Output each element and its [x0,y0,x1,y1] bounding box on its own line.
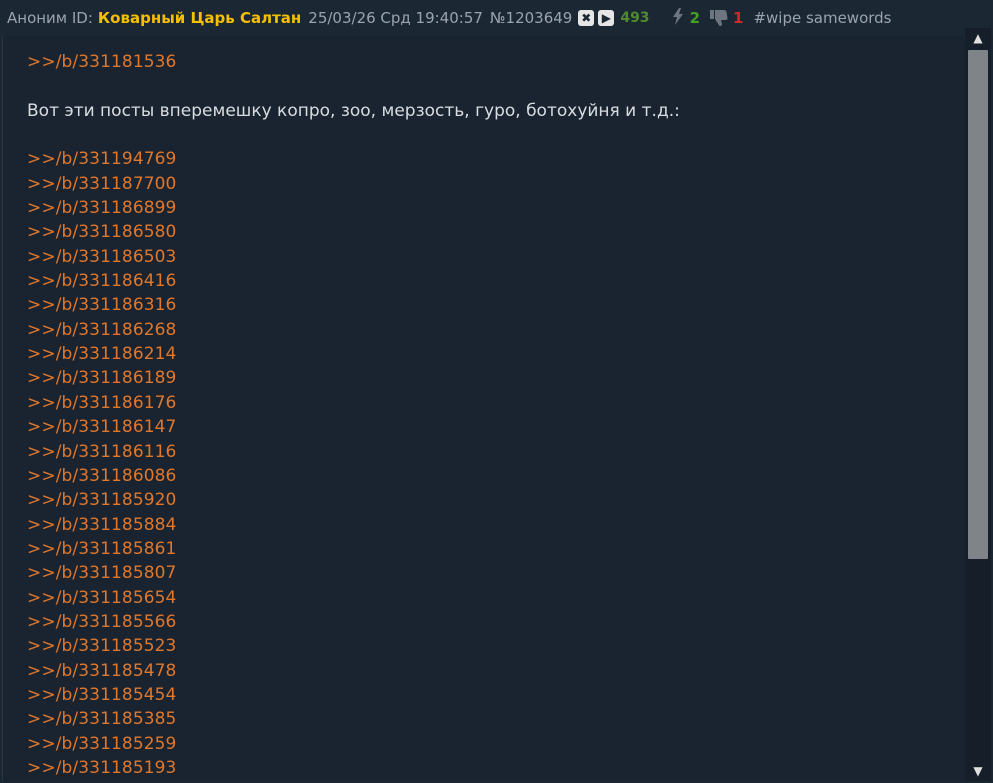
reply-link[interactable]: >>/b/331185861 [27,537,680,561]
reply-link[interactable]: >>/b/331185193 [27,756,680,780]
post-tags[interactable]: #wipe samewords [753,9,891,27]
reply-link[interactable]: >>/b/331185454 [27,683,680,707]
reply-link[interactable]: >>/b/331185884 [27,513,680,537]
reply-link[interactable]: >>/b/331187700 [27,172,680,196]
play-icon[interactable]: ▶ [598,10,615,26]
scroll-up-icon[interactable]: ▲ [965,28,991,48]
reply-link[interactable]: >>/b/331185654 [27,586,680,610]
reply-link[interactable]: >>/b/331181536 [27,50,680,74]
reply-link[interactable]: >>/b/331185523 [27,634,680,658]
poster-name[interactable]: Коварный Царь Салтан [98,9,301,27]
reply-link[interactable]: >>/b/331185478 [27,659,680,683]
reply-link[interactable]: >>/b/331194769 [27,147,680,171]
post-window: Аноним ID: Коварный Царь Салтан 25/03/26… [0,0,993,783]
reply-link[interactable]: >>/b/331185807 [27,561,680,585]
reply-link[interactable]: >>/b/331186147 [27,415,680,439]
reply-link[interactable]: >>/b/331186214 [27,342,680,366]
bolt-icon[interactable] [672,7,684,29]
vertical-scrollbar[interactable]: ▲ ▼ [965,28,991,781]
reply-link[interactable]: >>/b/331186316 [27,293,680,317]
dislike-count[interactable]: 1 [733,9,743,27]
post-header: Аноним ID: Коварный Царь Салтан 25/03/26… [0,0,993,36]
reply-link[interactable]: >>/b/331186268 [27,318,680,342]
reply-link[interactable]: >>/b/331185385 [27,707,680,731]
post-count: 493 [620,10,650,26]
post-message: Вот эти посты вперемешку копро, зоо, мер… [27,100,680,121]
close-icon[interactable]: ✖ [578,10,595,26]
reply-link[interactable]: >>/b/331186189 [27,366,680,390]
reply-link[interactable]: >>/b/331185259 [27,732,680,756]
thumbs-down-icon[interactable] [710,10,728,26]
scrollbar-thumb[interactable] [968,50,988,559]
post-text: >>/b/331181536 Вот эти посты вперемешку … [27,50,680,780]
reply-link[interactable]: >>/b/331186580 [27,220,680,244]
reply-link[interactable]: >>/b/331186176 [27,391,680,415]
reply-link[interactable]: >>/b/331185920 [27,488,680,512]
scroll-down-icon[interactable]: ▼ [965,761,991,781]
reply-link[interactable]: >>/b/331186503 [27,245,680,269]
post-datetime: 25/03/26 Срд 19:40:57 [308,9,483,27]
reply-link[interactable]: >>/b/331186899 [27,196,680,220]
reply-link[interactable]: >>/b/331185566 [27,610,680,634]
reply-links-list: >>/b/331194769 >>/b/331187700 >>/b/3311868… [27,147,680,780]
like-count[interactable]: 2 [690,9,700,27]
reply-link[interactable]: >>/b/331186416 [27,269,680,293]
post-body: >>/b/331181536 Вот эти посты вперемешку … [2,36,965,781]
reply-link[interactable]: >>/b/331186116 [27,440,680,464]
anon-label: Аноним ID: [7,9,93,27]
reply-link[interactable]: >>/b/331186086 [27,464,680,488]
post-number[interactable]: №1203649 [490,9,572,27]
